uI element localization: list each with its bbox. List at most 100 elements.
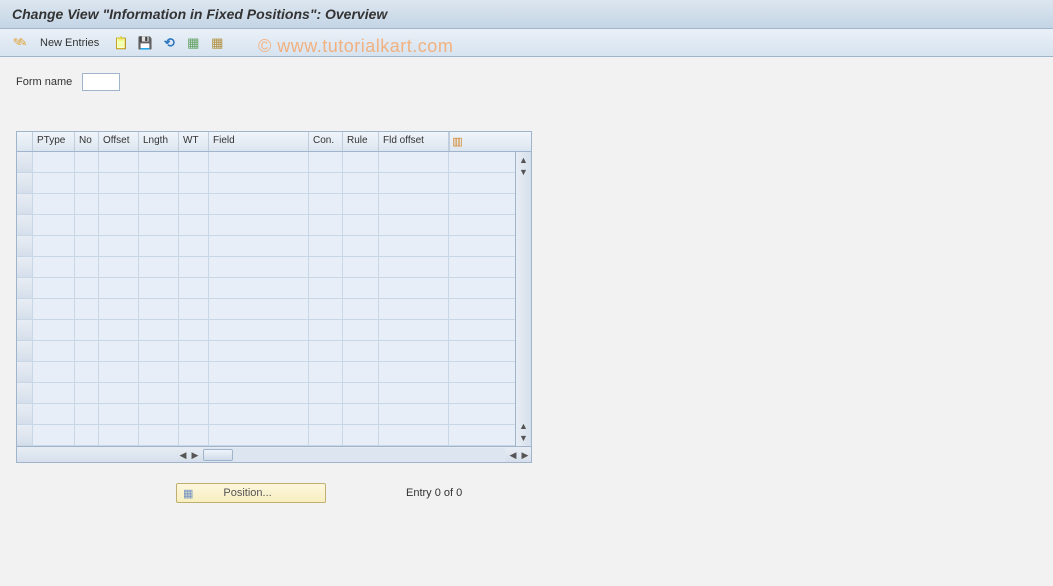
- table-cell[interactable]: [99, 299, 139, 319]
- table-cell[interactable]: [179, 383, 209, 403]
- table-cell[interactable]: [75, 236, 99, 256]
- table-cell[interactable]: [343, 257, 379, 277]
- table-cell[interactable]: [179, 257, 209, 277]
- table-cell[interactable]: [379, 320, 449, 340]
- table-cell[interactable]: [379, 173, 449, 193]
- table-row[interactable]: [17, 404, 515, 425]
- col-header-rule[interactable]: Rule: [343, 132, 379, 151]
- col-header-fldoffset[interactable]: Fld offset: [379, 132, 449, 151]
- table-cell[interactable]: [17, 383, 33, 403]
- table-cell[interactable]: [75, 341, 99, 361]
- table-cell[interactable]: [209, 278, 309, 298]
- col-header-offset[interactable]: Offset: [99, 132, 139, 151]
- col-header-lngth[interactable]: Lngth: [139, 132, 179, 151]
- table-cell[interactable]: [209, 257, 309, 277]
- table-cell[interactable]: [17, 173, 33, 193]
- table-cell[interactable]: [343, 152, 379, 172]
- table-cell[interactable]: [343, 383, 379, 403]
- table-cell[interactable]: [179, 299, 209, 319]
- table-cell[interactable]: [33, 194, 75, 214]
- scroll-up-icon[interactable]: ▲: [518, 154, 530, 166]
- table-cell[interactable]: [309, 236, 343, 256]
- table-cell[interactable]: [99, 320, 139, 340]
- table-cell[interactable]: [75, 152, 99, 172]
- table-cell[interactable]: [139, 320, 179, 340]
- table-cell[interactable]: [179, 362, 209, 382]
- scroll-up2-icon[interactable]: ▲: [518, 420, 530, 432]
- table-row[interactable]: [17, 236, 515, 257]
- deselect-all-icon[interactable]: [207, 33, 227, 53]
- table-cell[interactable]: [209, 299, 309, 319]
- table-cell[interactable]: [139, 236, 179, 256]
- col-header-field[interactable]: Field: [209, 132, 309, 151]
- table-cell[interactable]: [309, 320, 343, 340]
- table-cell[interactable]: [379, 194, 449, 214]
- table-row[interactable]: [17, 341, 515, 362]
- table-cell[interactable]: [139, 425, 179, 445]
- display-change-icon[interactable]: [8, 33, 28, 53]
- table-cell[interactable]: [139, 278, 179, 298]
- table-cell[interactable]: [209, 383, 309, 403]
- table-cell[interactable]: [379, 236, 449, 256]
- table-cell[interactable]: [379, 425, 449, 445]
- scroll-right-icon[interactable]: ▶: [189, 449, 201, 461]
- horizontal-scrollbar[interactable]: ◀ ▶ ◀ ▶: [17, 446, 531, 462]
- table-cell[interactable]: [75, 404, 99, 424]
- scroll-down-icon[interactable]: ▼: [518, 166, 530, 178]
- table-cell[interactable]: [309, 299, 343, 319]
- col-header-wt[interactable]: WT: [179, 132, 209, 151]
- table-cell[interactable]: [343, 173, 379, 193]
- table-cell[interactable]: [309, 404, 343, 424]
- table-cell[interactable]: [99, 173, 139, 193]
- table-cell[interactable]: [309, 257, 343, 277]
- table-cell[interactable]: [309, 173, 343, 193]
- table-cell[interactable]: [343, 404, 379, 424]
- table-cell[interactable]: [17, 362, 33, 382]
- table-cell[interactable]: [99, 362, 139, 382]
- table-cell[interactable]: [33, 257, 75, 277]
- table-cell[interactable]: [75, 383, 99, 403]
- table-row[interactable]: [17, 194, 515, 215]
- table-cell[interactable]: [99, 425, 139, 445]
- table-cell[interactable]: [309, 383, 343, 403]
- table-cell[interactable]: [17, 404, 33, 424]
- table-cell[interactable]: [33, 404, 75, 424]
- table-cell[interactable]: [75, 173, 99, 193]
- table-cell[interactable]: [209, 320, 309, 340]
- table-cell[interactable]: [75, 362, 99, 382]
- table-cell[interactable]: [139, 404, 179, 424]
- table-cell[interactable]: [75, 194, 99, 214]
- table-cell[interactable]: [209, 425, 309, 445]
- table-cell[interactable]: [99, 257, 139, 277]
- table-cell[interactable]: [33, 425, 75, 445]
- table-cell[interactable]: [75, 320, 99, 340]
- hscroll-thumb[interactable]: [203, 449, 233, 461]
- table-cell[interactable]: [139, 152, 179, 172]
- table-row[interactable]: [17, 257, 515, 278]
- table-cell[interactable]: [379, 278, 449, 298]
- table-cell[interactable]: [75, 215, 99, 235]
- table-cell[interactable]: [139, 215, 179, 235]
- table-cell[interactable]: [33, 173, 75, 193]
- table-cell[interactable]: [343, 215, 379, 235]
- col-header-no[interactable]: No: [75, 132, 99, 151]
- table-cell[interactable]: [75, 278, 99, 298]
- table-cell[interactable]: [99, 236, 139, 256]
- table-cell[interactable]: [17, 299, 33, 319]
- table-cell[interactable]: [209, 152, 309, 172]
- select-all-icon[interactable]: [183, 33, 203, 53]
- table-cell[interactable]: [343, 299, 379, 319]
- table-cell[interactable]: [179, 341, 209, 361]
- col-header-con[interactable]: Con.: [309, 132, 343, 151]
- table-cell[interactable]: [17, 278, 33, 298]
- table-cell[interactable]: [33, 236, 75, 256]
- table-cell[interactable]: [309, 341, 343, 361]
- delete-icon[interactable]: [135, 33, 155, 53]
- table-cell[interactable]: [379, 383, 449, 403]
- table-cell[interactable]: [179, 173, 209, 193]
- table-cell[interactable]: [179, 215, 209, 235]
- table-cell[interactable]: [33, 215, 75, 235]
- table-row[interactable]: [17, 215, 515, 236]
- table-cell[interactable]: [309, 194, 343, 214]
- table-cell[interactable]: [343, 362, 379, 382]
